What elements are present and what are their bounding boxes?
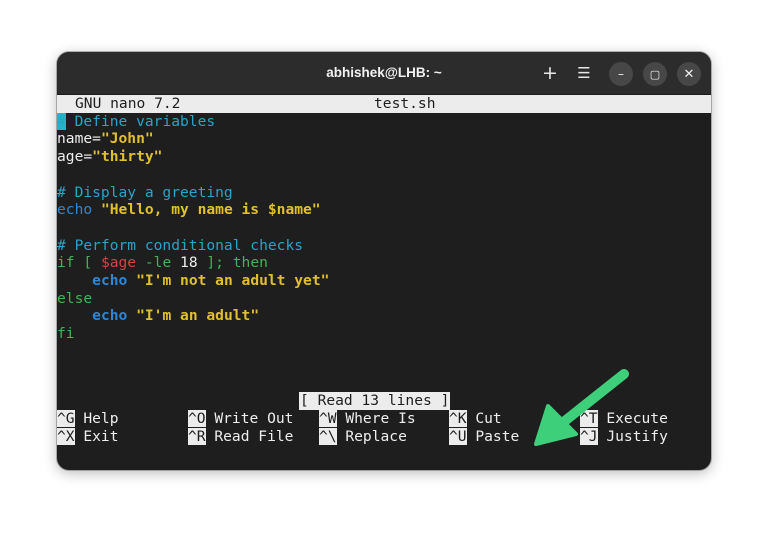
maximize-button[interactable]: ▢ <box>643 62 667 86</box>
shortcut-replace[interactable]: ^\ Replace <box>319 427 407 446</box>
shortcut-key: ^U <box>449 427 467 445</box>
hamburger-menu-icon[interactable]: ☰ <box>574 63 594 83</box>
code-text: age= <box>57 148 93 166</box>
code-variable: $age <box>100 254 137 272</box>
nano-version: GNU nano 7.2 <box>75 95 181 112</box>
shortcut-label: Read File <box>205 427 294 445</box>
code-line[interactable]: fi <box>57 325 75 343</box>
shortcut-key: ^O <box>188 410 206 427</box>
code-control: -le <box>136 254 181 272</box>
text-cursor: # <box>57 112 66 130</box>
shortcut-label: Paste <box>466 427 520 445</box>
shortcut-label: Help <box>74 410 119 427</box>
shortcut-key: ^W <box>319 410 337 427</box>
shortcut-label: Cut <box>466 410 502 427</box>
code-line[interactable]: echo "I'm an adult" <box>57 307 259 325</box>
shortcut-where-is[interactable]: ^W Where Is <box>319 410 416 428</box>
code-string: "thirty" <box>92 148 163 166</box>
new-tab-icon[interactable]: + <box>540 62 560 84</box>
code-comment: Define variables <box>65 112 216 130</box>
code-line[interactable]: else <box>57 290 92 308</box>
status-message: [ Read 13 lines ] <box>299 392 451 410</box>
code-string: "I'm not an adult yet" <box>127 272 330 289</box>
nano-header-bar: GNU nano 7.2 test.sh <box>57 95 711 113</box>
shortcut-key: ^\ <box>319 427 337 445</box>
file-name: test.sh <box>374 95 436 112</box>
shortcut-cut[interactable]: ^K Cut <box>449 410 502 428</box>
code-keyword: echo <box>92 272 128 289</box>
shortcut-help[interactable]: ^G Help <box>57 410 119 428</box>
code-string: "I'm an adult" <box>127 307 260 325</box>
shortcut-label: Where Is <box>336 410 416 427</box>
code-keyword: echo <box>57 201 93 219</box>
shortcut-exit[interactable]: ^X Exit <box>57 427 119 446</box>
code-text: name= <box>57 130 101 148</box>
shortcut-key: ^X <box>57 427 75 445</box>
shortcut-write-out[interactable]: ^O Write Out <box>188 410 293 428</box>
shortcut-label: Replace <box>336 427 407 445</box>
code-control: ]; then <box>197 254 268 272</box>
shortcut-label: Exit <box>74 427 119 445</box>
code-line[interactable]: echo "Hello, my name is $name" <box>57 201 321 219</box>
title-bar: abhishek@LHB: ~ + ☰ – ▢ ✕ <box>57 52 711 95</box>
code-line[interactable]: age="thirty" <box>57 148 162 166</box>
shortcut-read-file[interactable]: ^R Read File <box>188 427 294 446</box>
shortcut-key: ^K <box>449 410 467 427</box>
code-comment: # Perform conditional checks <box>57 236 304 254</box>
annotation-arrow-icon <box>534 369 629 446</box>
code-string: "John" <box>100 130 154 148</box>
shortcut-label: Write Out <box>205 410 294 427</box>
code-line[interactable]: if [ $age -le 18 ]; then <box>57 254 268 272</box>
code-number: 18 <box>180 254 198 272</box>
code-control: fi <box>57 325 75 343</box>
code-string: "Hello, my name is $name" <box>92 201 321 219</box>
code-control: if [ <box>57 254 101 272</box>
shortcut-key: ^R <box>188 427 206 445</box>
code-line[interactable]: # Perform conditional checks <box>57 237 303 255</box>
shortcut-paste[interactable]: ^U Paste <box>449 427 520 446</box>
code-line[interactable]: name="John" <box>57 130 154 148</box>
code-keyword: echo <box>92 307 128 325</box>
minimize-button[interactable]: – <box>609 62 633 86</box>
code-line[interactable]: # Define variables <box>57 112 216 131</box>
code-control: else <box>57 289 93 307</box>
close-button[interactable]: ✕ <box>677 62 701 86</box>
code-line[interactable]: echo "I'm not an adult yet" <box>57 272 329 290</box>
code-comment: # Display a greeting <box>57 183 233 201</box>
code-line[interactable]: # Display a greeting <box>57 184 233 202</box>
shortcut-key: ^G <box>57 410 75 427</box>
